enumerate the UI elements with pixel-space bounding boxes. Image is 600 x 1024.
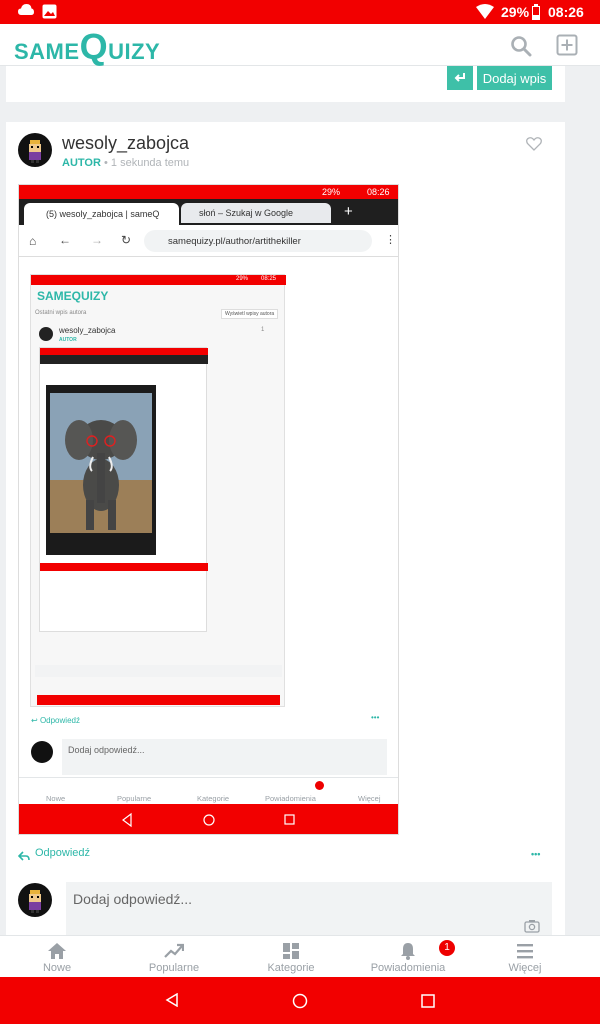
home-nav-icon[interactable]: [292, 993, 308, 1009]
inner-nav-categories: Kategorie: [197, 794, 230, 803]
nested-username: wesoly_zabojca: [59, 326, 116, 335]
search-icon[interactable]: [510, 35, 532, 57]
home-icon: [48, 943, 66, 959]
reply-placeholder: Dodaj odpowiedź...: [73, 891, 193, 907]
bell-icon: [401, 943, 415, 960]
inner-sysnav: [19, 804, 398, 834]
nested-screenshot: 29% 08:25 SAMEQUIZY Ostatni wpis autora …: [30, 274, 286, 707]
inner-nav-more: Więcej: [358, 794, 381, 803]
tab-samequizy[interactable]: (5) wesoly_zabojca | sameQ: [24, 203, 179, 225]
menu-icon[interactable]: ⋮: [385, 233, 396, 246]
battery-icon: [532, 4, 540, 20]
elephant-image: [50, 393, 152, 533]
inner-nav-popular: Popularne: [117, 794, 152, 803]
heart-icon[interactable]: [526, 137, 542, 151]
nav-categories[interactable]: Kategorie: [231, 936, 351, 978]
wifi-icon: [476, 4, 494, 19]
inner-status-bar: 29% 08:26: [19, 185, 398, 199]
nested-show-posts: Wyświetl wpisy autora: [221, 309, 279, 319]
inner-more-icon: •••: [371, 713, 380, 722]
forward-icon[interactable]: →: [91, 233, 103, 247]
app-header: SAMEQUIZY: [0, 24, 600, 68]
post-time: 1 sekunda temu: [110, 157, 190, 169]
separator: •: [103, 157, 108, 169]
nested-logo: SAMEQUIZY: [37, 289, 109, 303]
inner-battery: 29%: [322, 187, 341, 197]
add-icon[interactable]: [556, 34, 578, 56]
trending-icon: [164, 943, 184, 958]
hamburger-icon: [517, 944, 533, 959]
reply-link[interactable]: Odpowiedź: [35, 847, 90, 859]
inner-reply-link: ↩ Odpowiedź: [31, 716, 80, 725]
nested-status: 29% 08:25: [31, 275, 286, 285]
enter-button[interactable]: [447, 66, 473, 90]
username[interactable]: wesoly_zabojca: [62, 133, 189, 154]
nested-sysnav: [37, 695, 280, 705]
avatar[interactable]: [18, 133, 52, 167]
reply-input[interactable]: Dodaj odpowiedź...: [66, 882, 552, 935]
enter-icon: [454, 73, 465, 82]
samequizy-logo[interactable]: SAMEQUIZY: [14, 26, 160, 68]
inner-bottom-nav: Nowe Popularne Kategorie Powiadomienia W…: [19, 777, 398, 804]
back-icon[interactable]: ←: [59, 233, 71, 247]
reload-icon[interactable]: ↻: [121, 233, 131, 247]
url-field[interactable]: samequizy.pl/author/artithekiller: [144, 230, 372, 252]
recents-nav-icon[interactable]: [421, 994, 435, 1008]
browser-toolbar: ⌂ ← → ↻ samequizy.pl/author/artithekille…: [19, 225, 398, 257]
inner-reply-input: Dodaj odpowiedź...: [62, 739, 387, 775]
nested-bottom-nav: [35, 665, 282, 677]
inner-avatar: [31, 741, 53, 763]
more-options-icon[interactable]: •••: [531, 849, 540, 859]
back-nav-icon[interactable]: [165, 992, 179, 1008]
new-tab-icon[interactable]: +: [344, 203, 353, 220]
nested-avatar: [39, 327, 53, 341]
inner-notif-dot: [315, 781, 324, 790]
nav-popular[interactable]: Popularne: [114, 936, 234, 978]
reply-icon[interactable]: [17, 848, 30, 861]
battery-percent: 29%: [501, 4, 530, 20]
add-post-button[interactable]: Dodaj wpis: [477, 66, 552, 90]
home-icon[interactable]: ⌂: [29, 234, 36, 248]
nested-last-post: Ostatni wpis autora: [35, 310, 87, 316]
inner-time: 08:26: [367, 187, 390, 197]
system-nav-bar: [0, 977, 600, 1024]
top-card: Dodaj wpis: [6, 66, 565, 102]
author-badge: AUTOR: [62, 157, 101, 169]
clock: 08:26: [548, 4, 584, 20]
nav-new[interactable]: Nowe: [0, 936, 117, 978]
inner-nav-notifications: Powiadomienia: [265, 794, 316, 803]
status-bar: 29% 08:26: [0, 0, 600, 24]
tab-google[interactable]: słoń – Szukaj w Google: [181, 203, 331, 223]
camera-icon[interactable]: [524, 919, 540, 933]
grid-icon: [283, 943, 299, 959]
elephant-frame: [46, 385, 156, 555]
gallery-icon: [42, 4, 57, 19]
browser-tabbar: (5) wesoly_zabojca | sameQ słoń – Szukaj…: [19, 199, 398, 225]
nav-more[interactable]: Więcej: [465, 936, 585, 978]
notification-badge: 1: [439, 940, 455, 956]
post-image[interactable]: 29% 08:26 (5) wesoly_zabojca | sameQ sło…: [18, 184, 399, 835]
cloud-icon: [18, 3, 34, 18]
nested-likes: 1: [261, 327, 265, 333]
bottom-nav: Nowe Popularne Kategorie Powiadomienia 1…: [0, 935, 600, 977]
reply-avatar: [18, 883, 52, 917]
inner-nav-new: Nowe: [46, 794, 66, 803]
nested-role: AUTOR: [59, 337, 77, 343]
nested-deeper-screenshot: [39, 347, 208, 632]
